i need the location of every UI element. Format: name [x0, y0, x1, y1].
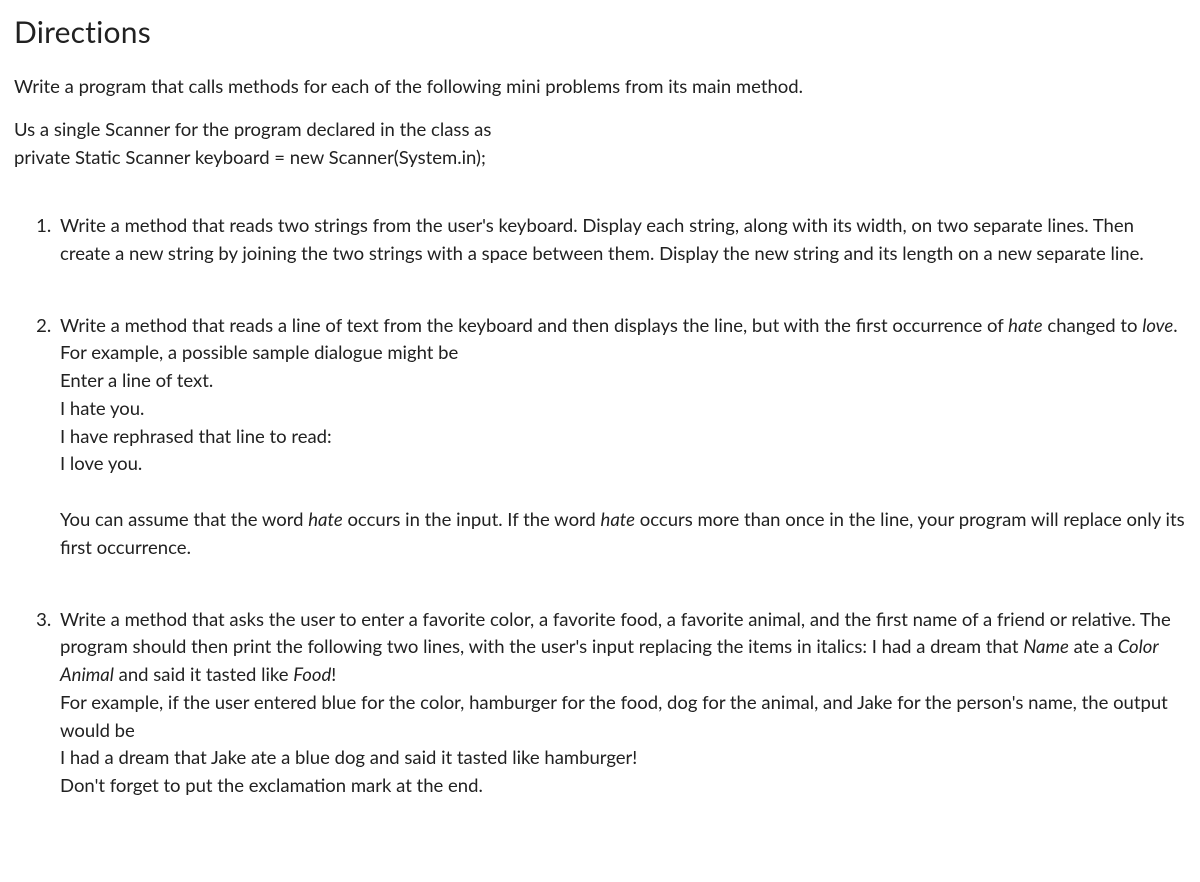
p2-sample-line-1: Enter a line of text. — [60, 367, 1186, 395]
problem-3-intro: Write a method that asks the user to ent… — [60, 606, 1186, 689]
p2-seg2: changed to — [1043, 314, 1143, 336]
p2-sample-line-4: I love you. — [60, 450, 1186, 478]
problem-3: Write a method that asks the user to ent… — [56, 606, 1186, 800]
p2-note-b: occurs in the input. If the word — [343, 508, 601, 530]
p2-hate-3: hate — [601, 508, 635, 530]
p3-name: Name — [1023, 635, 1069, 657]
p3-example: For example, if the user entered blue fo… — [60, 689, 1186, 745]
problem-2: Write a method that reads a line of text… — [56, 312, 1186, 562]
p2-sample-line-3: I have rephrased that line to read: — [60, 423, 1186, 451]
scanner-declaration: Us a single Scanner for the program decl… — [14, 115, 1186, 172]
p3-food: Food — [293, 663, 331, 685]
p2-sample-line-2: I hate you. — [60, 395, 1186, 423]
p2-hate-1: hate — [1008, 314, 1042, 336]
p3-output-2: Don't forget to put the exclamation mark… — [60, 772, 1186, 800]
problem-1: Write a method that reads two strings fr… — [56, 212, 1186, 268]
problem-2-intro: Write a method that reads a line of text… — [60, 312, 1186, 368]
intro-paragraph: Write a program that calls methods for e… — [14, 73, 1186, 101]
p2-seg1: Write a method that reads a line of text… — [60, 314, 1008, 336]
p3-seg2: ate a — [1069, 635, 1118, 657]
p3-seg3: and said it tasted like — [114, 663, 293, 685]
scanner-line-2: private Static Scanner keyboard = new Sc… — [14, 146, 486, 168]
problem-1-text: Write a method that reads two strings fr… — [60, 212, 1186, 268]
p2-note: You can assume that the word hate occurs… — [60, 506, 1186, 562]
scanner-line-1: Us a single Scanner for the program decl… — [14, 118, 491, 140]
p2-hate-2: hate — [308, 508, 342, 530]
p2-love: love — [1142, 314, 1173, 336]
problems-list: Write a method that reads two strings fr… — [14, 212, 1186, 800]
p2-note-a: You can assume that the word — [60, 508, 308, 530]
p3-seg1: Write a method that asks the user to ent… — [60, 608, 1171, 658]
page-title: Directions — [14, 10, 1186, 55]
p3-output-1: I had a dream that Jake ate a blue dog a… — [60, 744, 1186, 772]
p3-seg4: ! — [331, 663, 336, 685]
